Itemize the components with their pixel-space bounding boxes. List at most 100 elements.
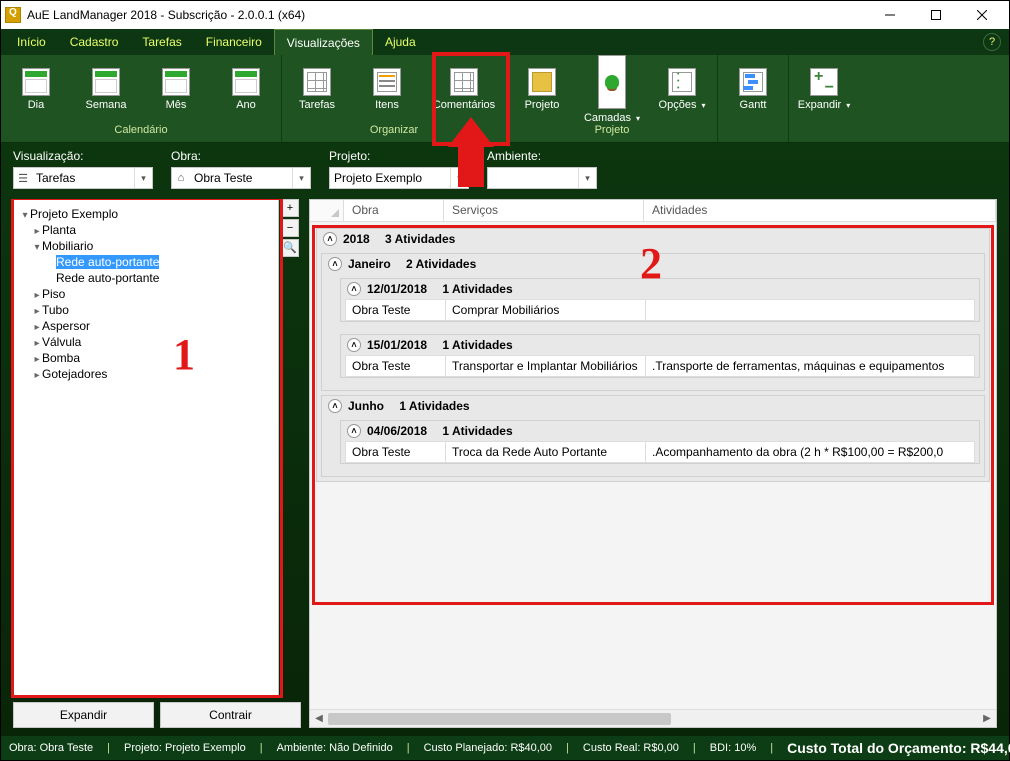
horizontal-scrollbar[interactable]: ◀ ▶ [310,709,996,727]
chevron-down-icon: ▾ [578,168,596,188]
ribbon-itens[interactable]: Itens [352,55,422,124]
chevron-up-icon[interactable]: ˄ [328,399,342,413]
expand-button[interactable]: Expandir [13,702,154,728]
layers-icon [598,55,626,109]
status-bdi: BDI: 10% [710,742,756,754]
grid-icon [303,68,331,96]
tree-remove-button[interactable]: − [281,219,299,237]
chevron-up-icon[interactable]: ˄ [328,257,342,271]
group-header[interactable]: ˄15/01/2018 1 Atividades [341,335,979,355]
help-icon[interactable]: ? [983,33,1001,51]
table-row[interactable]: Obra TesteComprar Mobiliários [345,299,975,321]
combo-value: Obra Teste [190,171,292,185]
chevron-down-icon: ▾ [134,168,152,188]
tree-item[interactable]: Rede auto-portante [18,254,274,270]
col-header-atividades[interactable]: Atividades [644,200,996,221]
group-month: ˄Junho 1 Atividades ˄04/06/2018 1 Ativida… [321,395,985,477]
annotation-number-2: 2 [640,238,662,289]
cell-obra: Obra Teste [346,442,446,462]
tree-item[interactable]: ▸Piso [18,286,274,302]
grid-header: Obra Serviços Atividades [310,200,996,222]
ribbon-tarefas[interactable]: Tarefas [282,55,352,124]
window-title: AuE LandManager 2018 - Subscrição - 2.0.… [27,8,867,22]
table-row[interactable]: Obra TesteTroca da Rede Auto Portante.Ac… [345,441,975,463]
chevron-up-icon[interactable]: ˄ [347,424,361,438]
chevron-up-icon[interactable]: ˄ [347,338,361,352]
left-panel: ▾Projeto Exemplo ▸Planta▾MobiliarioRede … [13,199,301,728]
scroll-thumb[interactable] [328,713,671,725]
status-planejado: Custo Planejado: R$40,00 [424,742,552,754]
tree-item[interactable]: ▸Tubo [18,302,274,318]
ribbon-projeto[interactable]: Projeto [507,55,577,124]
app-icon [5,7,21,23]
group-header[interactable]: ˄Junho 1 Atividades [322,396,984,416]
cell-atividades: .Transporte de ferramentas, máquinas e e… [646,356,974,376]
ribbon-opcoes[interactable]: Opções [647,55,717,124]
options-icon [668,68,696,96]
tree-search-button[interactable]: 🔍 [281,239,299,257]
scroll-right-icon[interactable]: ▶ [978,713,996,724]
status-total: Custo Total do Orçamento: R$44,00 [787,740,1010,756]
col-header-servicos[interactable]: Serviços [444,200,644,221]
ribbon-group-gantt: Gantt [718,55,789,142]
ribbon-gantt[interactable]: Gantt [718,55,788,124]
ribbon-ano[interactable]: Ano [211,55,281,124]
cell-servicos: Troca da Rede Auto Portante [446,442,646,462]
menu-cadastro[interactable]: Cadastro [58,29,131,55]
tree-item[interactable]: ▸Planta [18,222,274,238]
menu-tarefas[interactable]: Tarefas [130,29,193,55]
item-tree[interactable]: ▾Projeto Exemplo ▸Planta▾MobiliarioRede … [13,199,279,696]
group-header[interactable]: ˄04/06/2018 1 Atividades [341,421,979,441]
tree-item[interactable]: ▸Bomba [18,350,274,366]
maximize-button[interactable] [913,1,959,29]
grid-corner[interactable] [310,200,344,221]
ribbon-group-label: Projeto [507,124,717,142]
chevron-up-icon[interactable]: ˄ [323,232,337,246]
close-button[interactable] [959,1,1005,29]
menu-inicio[interactable]: Início [5,29,58,55]
tree-item[interactable]: ▸Aspersor [18,318,274,334]
menu-financeiro[interactable]: Financeiro [194,29,274,55]
status-bar: Obra: Obra Teste Projeto: Projeto Exempl… [1,736,1009,760]
combo-visualizacao[interactable]: ☰ Tarefas ▾ [13,167,153,189]
tree-item[interactable]: ▸Válvula [18,334,274,350]
ribbon-comentarios[interactable]: Comentários [422,55,506,124]
tree-item[interactable]: Rede auto-portante [18,270,274,286]
ribbon-group-label: Calendário [1,124,281,142]
ribbon-group-label [718,124,788,142]
chevron-up-icon[interactable]: ˄ [347,282,361,296]
scroll-left-icon[interactable]: ◀ [310,713,328,724]
ribbon: Dia Semana Mês Ano Calendário Tarefas It… [1,55,1009,143]
tree-item[interactable]: ▸Gotejadores [18,366,274,382]
ribbon-camadas[interactable]: Camadas [577,55,647,124]
ribbon-group-calendario: Dia Semana Mês Ano Calendário [1,55,282,142]
ribbon-semana[interactable]: Semana [71,55,141,124]
ribbon-expandir[interactable]: Expandir [789,55,859,124]
ribbon-group-expandir: Expandir [789,55,859,142]
combo-ambiente[interactable]: ▾ [487,167,597,189]
minimize-button[interactable] [867,1,913,29]
group-day: ˄04/06/2018 1 AtividadesObra TesteTroca … [340,420,980,464]
cell-atividades [646,300,974,320]
ribbon-dia[interactable]: Dia [1,55,71,124]
cell-obra: Obra Teste [346,300,446,320]
menu-visualizacoes[interactable]: Visualizações [274,29,373,55]
title-bar: AuE LandManager 2018 - Subscrição - 2.0.… [1,1,1009,29]
table-row[interactable]: Obra TesteTransportar e Implantar Mobili… [345,355,975,377]
tree-add-button[interactable]: + [281,199,299,217]
menu-ajuda[interactable]: Ajuda [373,29,428,55]
project-icon [528,68,556,96]
col-header-obra[interactable]: Obra [344,200,444,221]
tree-item[interactable]: ▾Mobiliario [18,238,274,254]
status-ambiente: Ambiente: Não Definido [277,742,393,754]
ribbon-mes[interactable]: Mês [141,55,211,124]
combo-value: Projeto Exemplo [330,171,450,185]
grid-body[interactable]: ˄ 2018 3 Atividades ˄Janeiro 2 Atividade… [310,222,996,709]
tree-root[interactable]: ▾Projeto Exemplo [18,206,274,222]
ribbon-group-label [789,124,859,142]
contract-button[interactable]: Contrair [160,702,301,728]
status-real: Custo Real: R$0,00 [583,742,679,754]
home-icon: ⌂ [172,172,190,184]
combo-obra[interactable]: ⌂ Obra Teste ▾ [171,167,311,189]
annotation-arrow [448,117,494,187]
